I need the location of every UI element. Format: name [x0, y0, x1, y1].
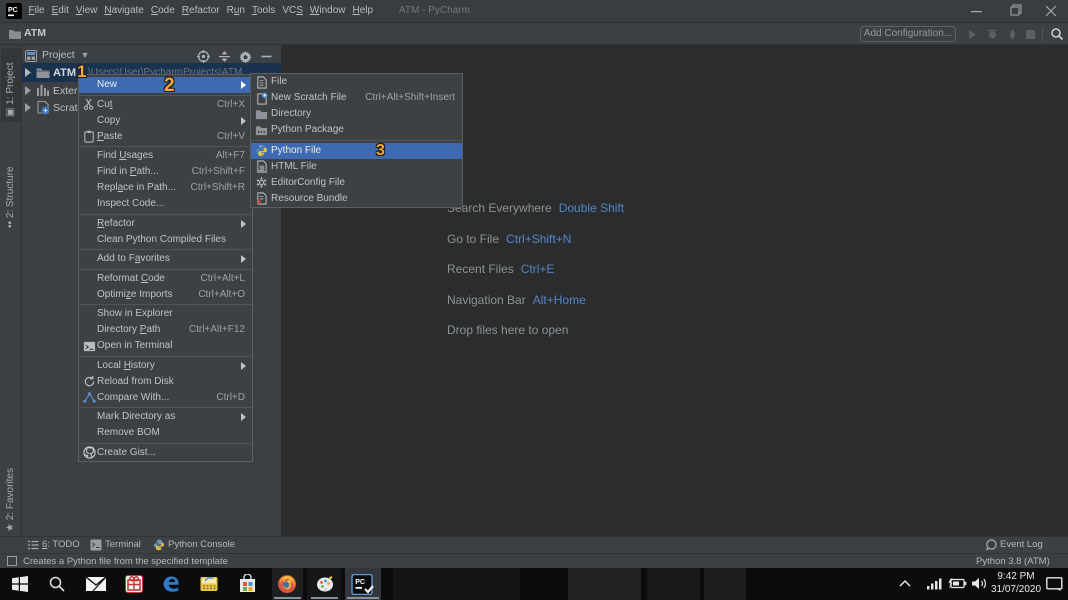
svg-text:PC: PC — [355, 579, 365, 586]
svg-text:5: 5 — [258, 166, 261, 172]
svg-text:PC: PC — [8, 7, 18, 14]
